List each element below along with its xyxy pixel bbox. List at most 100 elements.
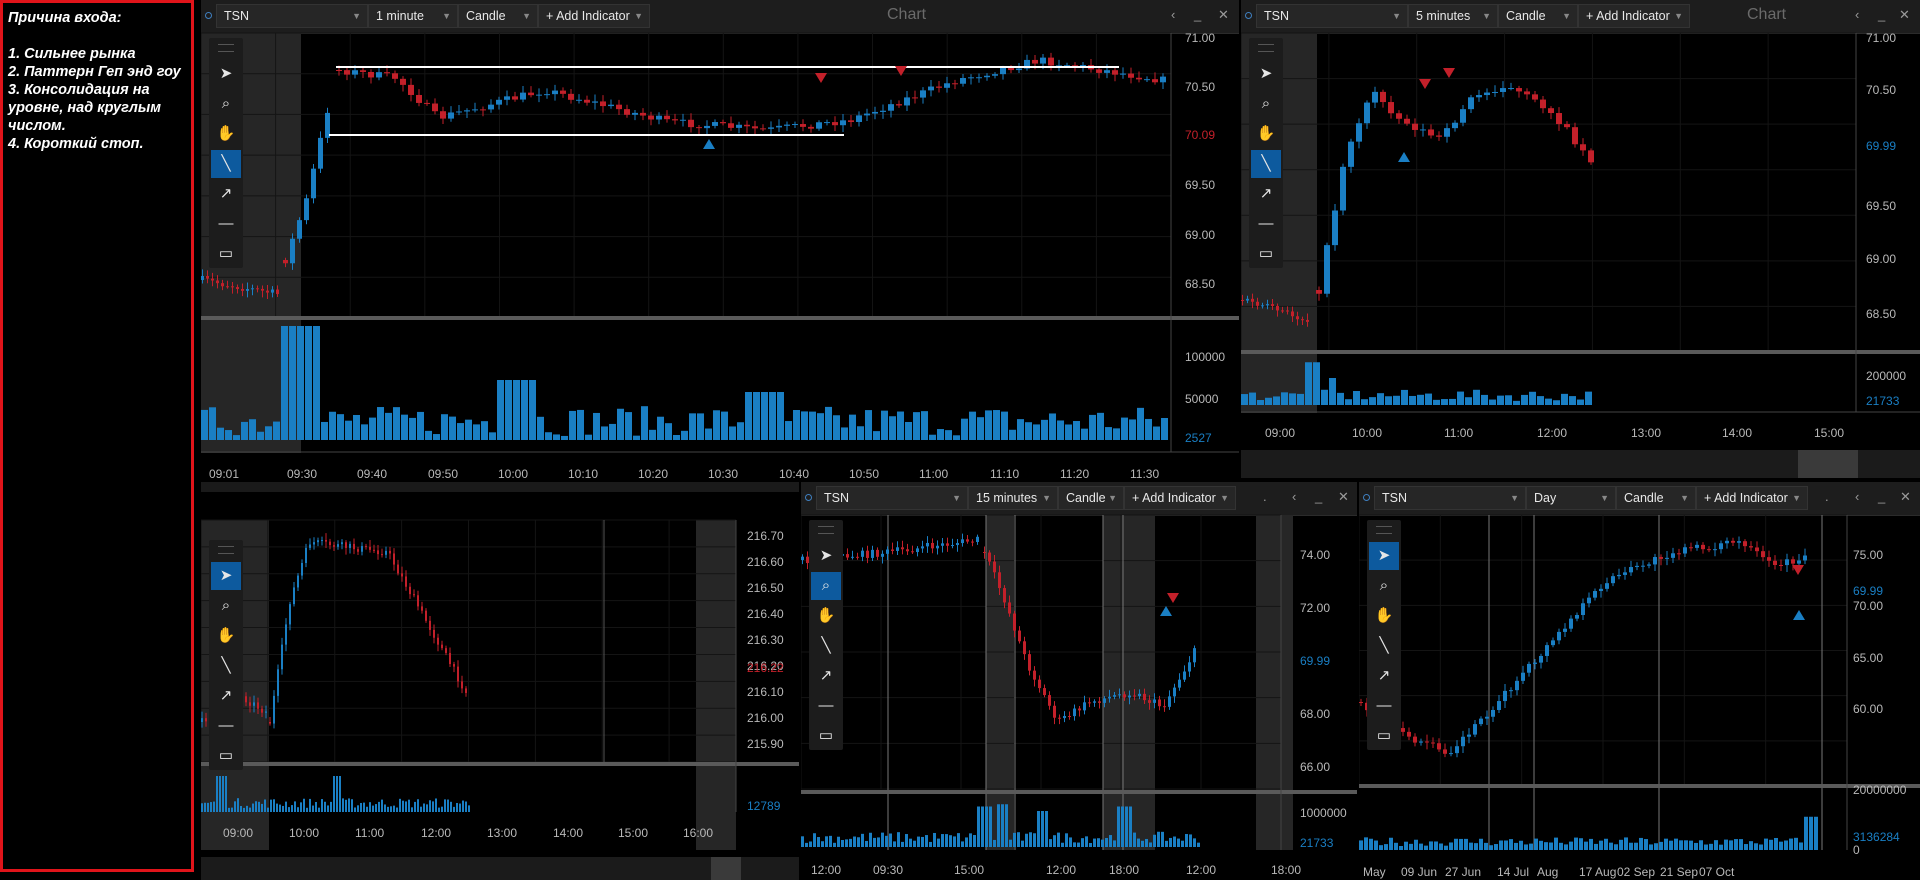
candle [792,124,798,126]
volume-bar [973,835,976,847]
buy-marker [703,139,715,149]
volume-bar [1514,842,1518,850]
axis-tick-label: 12:00 [421,826,451,840]
arrow-line-icon[interactable]: ↗ [1251,180,1281,208]
candle [257,702,259,709]
arrow-line-icon[interactable]: ↗ [811,662,841,690]
rectangle-icon[interactable]: ▭ [1251,240,1281,268]
rectangle-icon[interactable]: ▭ [811,722,841,750]
session-shade [986,515,1014,850]
toolbar-grip[interactable] [1258,44,1274,52]
volume-bar [1049,839,1052,847]
volume-bar [1379,845,1383,850]
horizontal-line-icon[interactable]: — [1251,210,1281,238]
volume-bar [1401,389,1408,405]
volume-bar [617,408,624,440]
volume-bar [309,798,311,812]
magnifier-icon[interactable]: ⌕ [211,592,241,620]
hand-pan-icon[interactable]: ✋ [211,622,241,650]
candle [336,70,342,71]
volume-bar [213,801,215,812]
arrow-pointer-icon[interactable]: ➤ [211,60,241,88]
volume-bar [1025,833,1028,847]
chart-canvas[interactable]: 71.00 70.50 69.50 69.00 68.50 69.99 200000 2173… [1241,0,1920,480]
volume-bar [513,380,520,440]
hand-pan-icon[interactable]: ✋ [1369,602,1399,630]
volume-bar [318,807,320,812]
magnifier-icon[interactable]: ⌕ [1251,90,1281,118]
volume-bar [1297,393,1304,405]
arrow-line-icon[interactable]: ↗ [211,682,241,710]
trendline-icon[interactable]: ╲ [1251,150,1281,178]
trendline-icon[interactable]: ╲ [211,652,241,680]
toolbar-grip[interactable] [818,526,834,534]
axis-tick-label: 71.00 [1866,31,1896,45]
candle [552,90,558,95]
candle [1261,305,1264,307]
volume-bar [441,806,443,812]
candle [1098,701,1101,703]
volume-bar [821,841,824,847]
arrow-pointer-icon[interactable]: ➤ [1369,542,1399,570]
rectangle-icon[interactable]: ▭ [211,742,241,770]
magnifier-icon[interactable]: ⌕ [811,572,841,600]
candle [1168,696,1171,707]
arrow-pointer-icon[interactable]: ➤ [211,562,241,590]
candle [1251,298,1254,302]
candle [1136,77,1142,80]
candle [848,120,854,122]
toolbar-grip[interactable] [1376,526,1392,534]
chart-canvas[interactable]: 74.00 72.00 68.00 66.00 69.99 1000000 21733 12:… [801,482,1357,880]
horizontal-line-icon[interactable]: — [211,712,241,740]
volume-bar [849,414,856,440]
magnifier-icon[interactable]: ⌕ [1369,572,1399,600]
volume-bar [378,801,380,812]
candle [776,125,782,128]
volume-bar [1197,842,1200,847]
candle [736,124,742,128]
volume-bar [270,799,272,812]
volume-bar [1377,393,1384,405]
volume-bar [339,776,341,812]
arrow-pointer-icon[interactable]: ➤ [811,542,841,570]
arrow-pointer-icon[interactable]: ➤ [1251,60,1281,88]
candle [1241,300,1244,301]
candle [1647,564,1651,566]
rectangle-icon[interactable]: ▭ [211,240,241,268]
hand-pan-icon[interactable]: ✋ [1251,120,1281,148]
volume-bar [841,427,848,440]
toolbar-grip[interactable] [218,546,234,554]
axis-tick-label: 11:30 [1130,467,1159,480]
axis-tick-label: 216.60 [747,555,784,569]
hand-pan-icon[interactable]: ✋ [811,602,841,630]
candle [1611,576,1615,584]
axis-tick-label: 69.50 [1866,199,1896,213]
arrow-line-icon[interactable]: ↗ [1369,662,1399,690]
arrow-line-icon[interactable]: ↗ [211,180,241,208]
candle [393,553,395,565]
axis-tick-label: 71.00 [1185,31,1215,45]
candle [1545,645,1549,656]
horizontal-line-icon[interactable]: — [1369,692,1399,720]
hand-pan-icon[interactable]: ✋ [211,120,241,148]
horizontal-line-icon[interactable]: — [211,210,241,238]
candle [231,286,234,288]
magnifier-icon[interactable]: ⌕ [211,90,241,118]
trendline-icon[interactable]: ╲ [1369,632,1399,660]
volume-bar [456,802,458,812]
drawing-toolbar: ➤ ⌕ ✋ ╲ ↗ — ▭ [1249,38,1283,268]
candle [816,122,822,129]
candle [1641,565,1645,567]
trendline-icon[interactable]: ╲ [811,632,841,660]
chart-canvas[interactable]: 71.00 70.50 69.50 69.00 68.50 70.09 100000 5000… [201,0,1239,480]
volume-bar [449,416,456,440]
volume-bar [861,833,864,847]
horizontal-line-icon[interactable]: — [811,692,841,720]
chart-canvas[interactable]: 75.00 70.00 65.00 60.00 69.99 20000000 3136284… [1359,482,1920,880]
chart-canvas[interactable]: 216.70216.60216.50216.40216.30216.20216.… [201,482,799,880]
candle [400,78,406,85]
trendline-icon[interactable]: ╲ [211,150,241,178]
candle [389,550,391,554]
rectangle-icon[interactable]: ▭ [1369,722,1399,750]
toolbar-grip[interactable] [218,44,234,52]
